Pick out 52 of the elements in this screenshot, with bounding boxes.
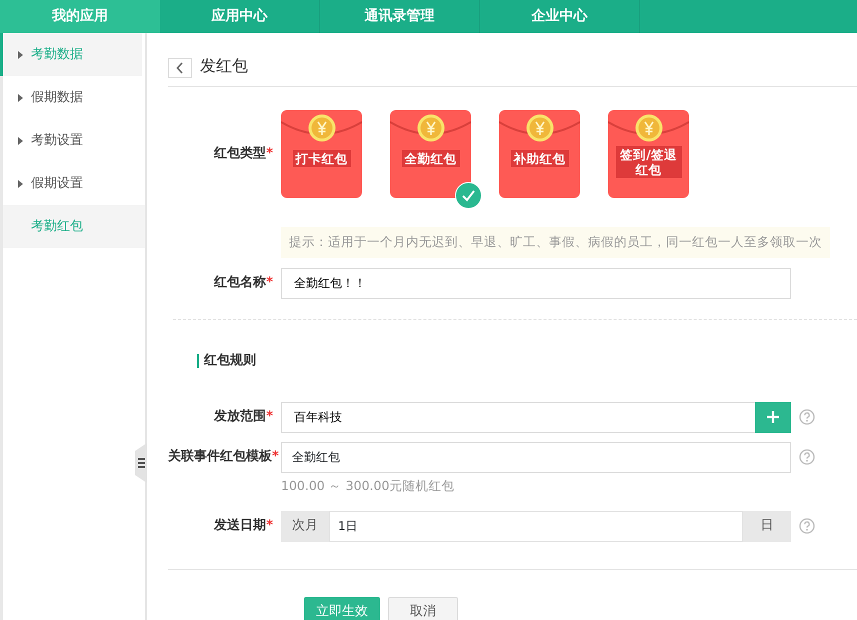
help-icon[interactable] [799,518,815,534]
field-label: 关联事件红包模板 [168,448,272,464]
caret-icon [15,50,25,60]
sidebar-item[interactable]: 假期数据 [3,76,145,119]
envelope-option[interactable]: 补助红包 [499,110,580,198]
help-icon[interactable] [799,408,815,425]
template-select[interactable]: 全勤红包 [281,442,791,473]
envelope-option[interactable]: 签到/签退红包 [608,110,689,198]
section-title: 红包规则 [197,354,857,368]
coin-icon [308,114,336,142]
nav-tab[interactable]: 应用中心 [160,0,320,33]
caret-icon [15,92,25,102]
field-label: 红包名称 [214,274,266,290]
nav-tab[interactable]: 通讯录管理 [320,0,480,33]
required-mark: * [266,274,273,290]
help-icon[interactable] [799,448,815,465]
coin-icon [634,114,662,142]
field-label: 发送日期 [214,518,266,532]
caret-icon [15,178,25,188]
back-button[interactable] [168,58,192,78]
add-button[interactable] [755,402,791,433]
cancel-button[interactable]: 取消 [388,596,458,620]
sidebar-item[interactable]: 考勤设置 [3,119,145,162]
caret-icon [15,136,25,146]
required-mark: * [272,448,279,464]
required-mark: * [266,408,273,424]
field-label: 红包类型 [214,146,266,161]
sidebar-item[interactable]: 考勤数据 [0,33,142,76]
sidebar-item[interactable]: 考勤红包 [3,205,145,248]
plus-icon [767,411,779,424]
nav-tab[interactable]: 企业中心 [480,0,640,33]
amount-range-text: 100.00 ～ 300.00元随机红包 [281,476,456,495]
hint-text: 提示：适用于一个月内无迟到、早退、旷工、事假、病假的员工，同一红包一人至多领取一次 [281,227,830,258]
envelope-option[interactable]: 全勤红包 [390,110,471,198]
sidebar-item[interactable]: 假期设置 [3,162,145,205]
scope-input[interactable]: 百年科技 [281,402,755,433]
submit-button[interactable]: 立即生效 [304,596,380,620]
month-prefix: 次月 [281,510,329,542]
required-mark: * [266,518,273,532]
day-suffix: 日 [743,510,791,542]
field-label: 发放范围 [214,408,266,424]
coin-icon [416,114,444,142]
date-select[interactable]: 1日 [329,510,743,542]
page-title: 发红包 [200,55,248,77]
check-icon [455,182,482,209]
envelope-option[interactable]: 打卡红包 [281,110,362,198]
name-input[interactable]: 全勤红包！！ [281,268,791,299]
collapse-handle[interactable] [135,443,147,483]
back-icon [176,62,184,74]
nav-tab[interactable]: 我的应用 [0,0,160,33]
required-mark: * [266,146,273,161]
coin-icon [526,114,554,142]
